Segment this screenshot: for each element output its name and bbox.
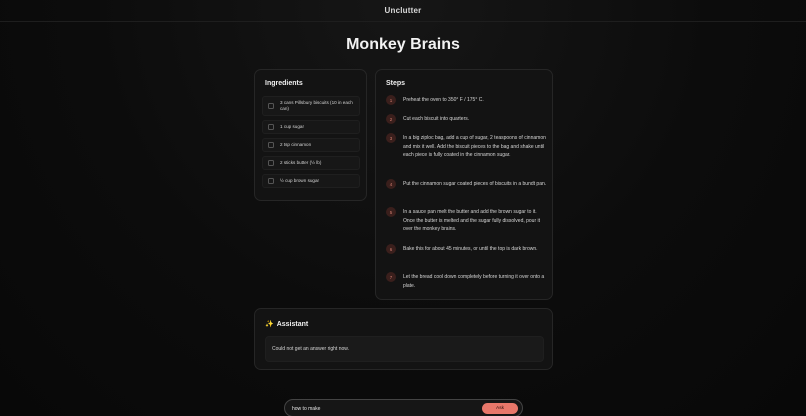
ingredient-item[interactable]: 1 cup sugar [262,120,360,134]
assistant-answer-box: Could not get an answer right now. [265,336,544,362]
top-bar: Unclutter [0,0,806,22]
step-item: 2 Cut each biscuit into quarters. [386,114,548,124]
step-item: 4 Put the cinnamon sugar coated pieces o… [386,179,548,189]
step-text: Put the cinnamon sugar coated pieces of … [403,181,547,187]
ingredient-label: ½ cup brown sugar [280,178,320,184]
ingredient-checkbox[interactable] [268,178,274,184]
ingredients-card: Ingredients 3 cans Pillsbury biscuits (1… [254,69,367,201]
ingredient-checkbox[interactable] [268,160,274,166]
ingredient-checkbox[interactable] [268,103,274,109]
assistant-answer-text: Could not get an answer right now. [272,346,349,352]
step-number-badge: 7 [386,272,396,282]
step-text: Cut each biscuit into quarters. [403,116,470,122]
sparkle-icon: ✨ [265,321,274,328]
step-item: 1 Preheat the oven to 350° F / 175° C. [386,95,548,105]
step-number-badge: 2 [386,114,396,124]
ingredient-item[interactable]: 2 sticks butter (½ lb) [262,156,360,170]
step-text: Preheat the oven to 350° F / 175° C. [403,97,484,103]
step-item: 7 Let the bread cool down completely bef… [386,272,548,290]
ingredient-checkbox[interactable] [268,142,274,148]
ask-button[interactable]: Ask [482,403,518,414]
step-text: Bake this for about 45 minutes, or until… [403,246,538,252]
step-text: Let the bread cool down completely befor… [403,274,545,289]
ask-bar: Ask [284,399,523,416]
step-number-badge: 1 [386,95,396,105]
assistant-header: ✨ Assistant [265,320,309,329]
step-item: 5 In a sauce pan melt the butter and add… [386,207,548,234]
assistant-title: Assistant [276,320,309,328]
ingredient-label: 2 sticks butter (½ lb) [280,160,322,166]
step-text: In a big ziploc bag, add a cup of sugar,… [403,135,546,159]
steps-title: Steps [386,80,406,87]
ingredient-item[interactable]: 3 cans Pillsbury biscuits (10 in each ca… [262,96,360,116]
app-title: Unclutter [384,6,422,15]
ingredient-label: 2 tsp cinnamon [280,142,312,148]
ingredient-label: 3 cans Pillsbury biscuits (10 in each ca… [280,100,353,111]
assistant-card: ✨ Assistant Could not get an answer righ… [254,308,553,370]
step-number-badge: 5 [386,207,396,217]
ask-input[interactable] [292,403,472,415]
ingredients-title: Ingredients [265,80,303,87]
ingredient-item[interactable]: ½ cup brown sugar [262,174,360,188]
ingredient-checkbox[interactable] [268,124,274,130]
step-item: 6 Bake this for about 45 minutes, or unt… [386,244,548,254]
ingredients-list: 3 cans Pillsbury biscuits (10 in each ca… [262,96,360,192]
step-item: 3 In a big ziploc bag, add a cup of suga… [386,133,548,160]
steps-card: Steps 1 Preheat the oven to 350° F / 175… [375,69,553,300]
step-number-badge: 3 [386,133,396,143]
page-title: Monkey Brains [346,36,460,53]
step-text: In a sauce pan melt the butter and add t… [403,209,541,233]
ingredient-label: 1 cup sugar [280,124,305,130]
ingredient-item[interactable]: 2 tsp cinnamon [262,138,360,152]
step-number-badge: 4 [386,179,396,189]
step-number-badge: 6 [386,244,396,254]
